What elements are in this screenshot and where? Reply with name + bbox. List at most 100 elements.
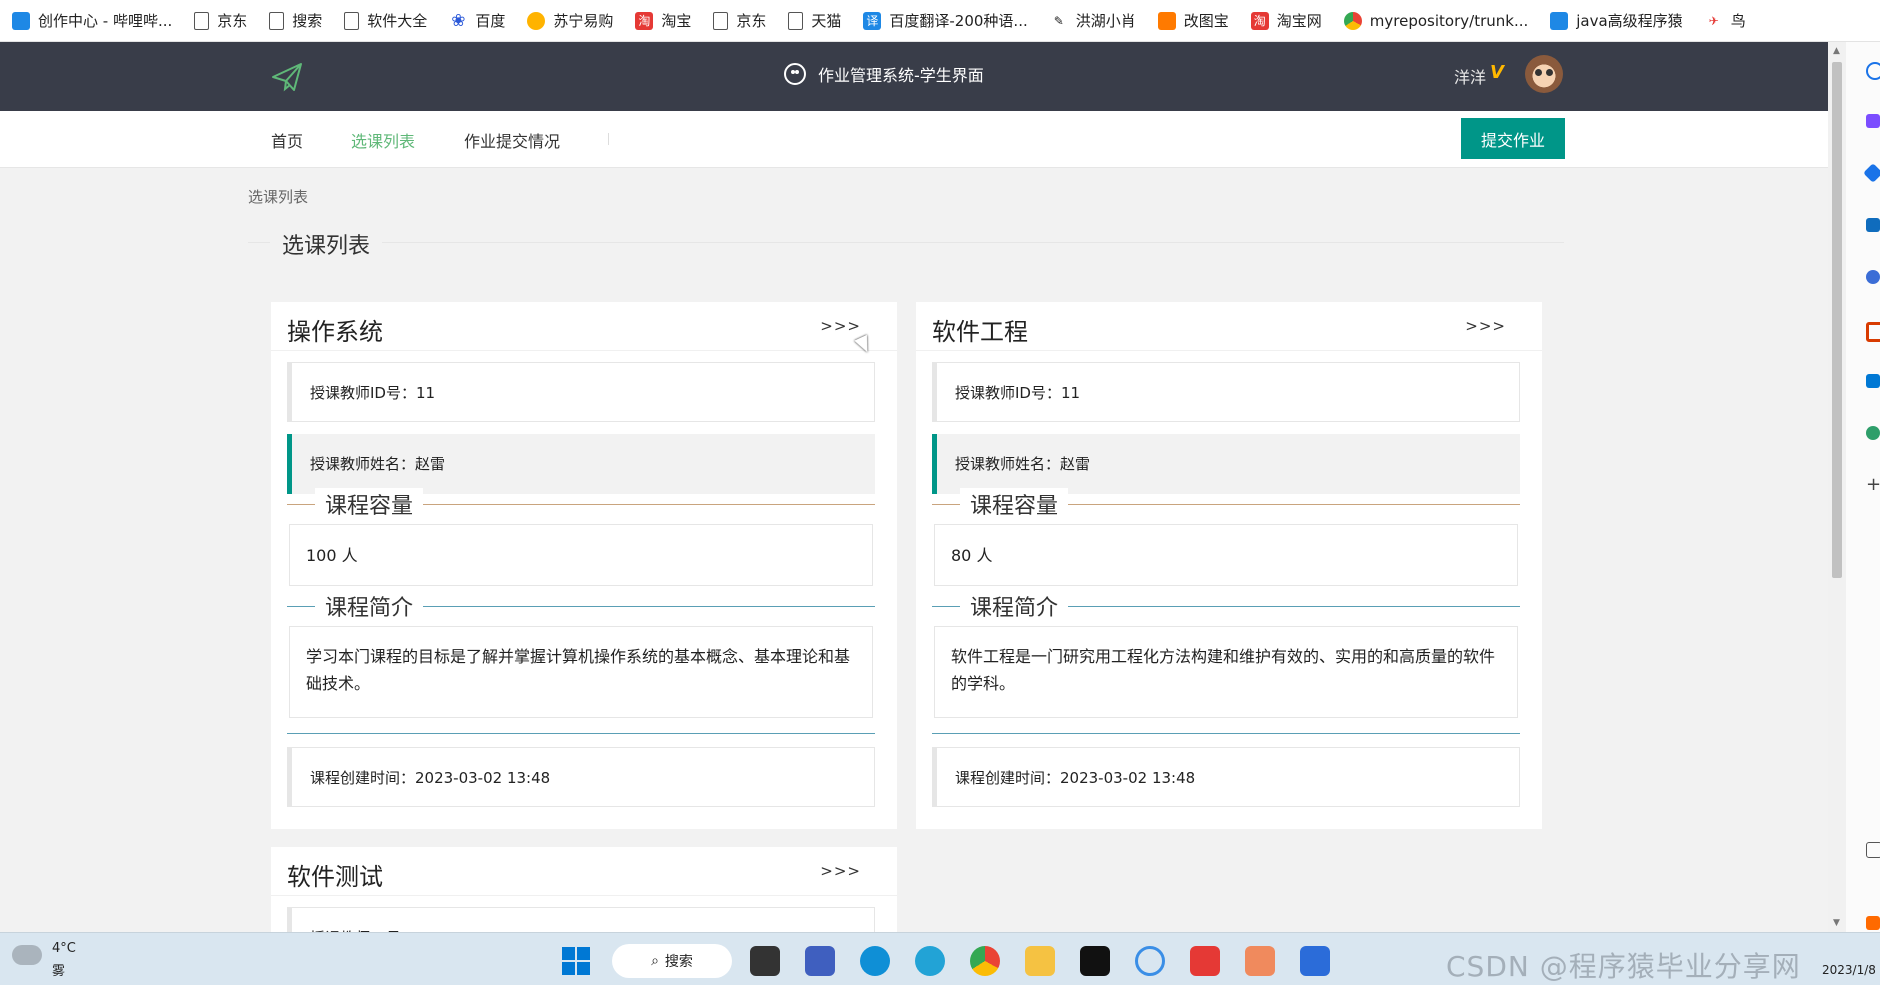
bookmark-jd-2[interactable]: 京东 — [713, 10, 766, 31]
more-link[interactable]: >>> — [820, 317, 861, 335]
scroll-thumb[interactable] — [1832, 62, 1842, 578]
weather-desc: 雾 — [52, 964, 66, 979]
bookmark-suning[interactable]: 苏宁易购 — [527, 10, 613, 31]
page-icon — [194, 11, 210, 30]
copilot-icon[interactable] — [1866, 114, 1880, 128]
capacity-legend: 课程容量 — [960, 488, 1069, 520]
browser-icon[interactable] — [915, 946, 945, 976]
app-icon[interactable] — [1245, 946, 1275, 976]
outlook-icon[interactable] — [1866, 374, 1880, 388]
bookmark-translate[interactable]: 译百度翻译-200种语... — [863, 10, 1028, 31]
bookmark-label: 淘宝网 — [1276, 12, 1322, 30]
task-view-icon[interactable] — [750, 946, 780, 976]
card-header: 操作系统 >>> — [271, 302, 897, 351]
app-icon[interactable] — [805, 946, 835, 976]
taskbar-search[interactable]: ⌕ 搜索 — [612, 944, 732, 978]
course-name: 操作系统 — [287, 318, 383, 346]
course-card: 软件工程 >>> 授课教师ID号：11 授课教师姓名：赵雷 课程容量 80 人 … — [916, 302, 1542, 829]
intellij-icon[interactable] — [1080, 946, 1110, 976]
bookmark-baidu[interactable]: ❀ 百度 — [449, 10, 505, 31]
app-header: 作业管理系统-学生界面 洋洋 V — [0, 42, 1828, 111]
translate-icon: 译 — [863, 11, 882, 30]
capacity-value: 100 人 — [289, 524, 873, 586]
fieldset-divider — [932, 733, 1520, 734]
bookmark-taobao[interactable]: 淘淘宝 — [635, 10, 691, 31]
wps-icon[interactable] — [1190, 946, 1220, 976]
office-icon[interactable] — [1866, 322, 1880, 342]
start-button[interactable] — [562, 947, 590, 975]
avatar[interactable] — [1525, 55, 1563, 93]
bookmark-repository[interactable]: myrepository/trunk... — [1343, 11, 1528, 30]
bookmark-label: 苏宁易购 — [553, 12, 614, 30]
temperature: 4°C — [52, 941, 76, 956]
scroll-down-arrow-icon[interactable]: ▼ — [1833, 918, 1840, 928]
bookmark-bilibili[interactable]: 创作中心 - 哔哩哔... — [12, 10, 172, 31]
intro-legend: 课程简介 — [315, 590, 424, 622]
system-title-text: 作业管理系统-学生界面 — [818, 66, 984, 85]
bookmark-search[interactable]: 搜索 — [269, 10, 322, 31]
scroll-up-arrow-icon[interactable]: ▲ — [1833, 46, 1840, 56]
intro-text: 学习本门课程的目标是了解并掌握计算机操作系统的基本概念、基本理论和基础技术。 — [289, 626, 873, 718]
search-icon[interactable] — [1866, 62, 1880, 80]
bookmark-label: 京东 — [736, 12, 767, 30]
taobao-icon: 淘 — [1250, 11, 1269, 30]
baidu-paw-icon: ❀ — [451, 10, 466, 31]
more-link[interactable]: >>> — [820, 862, 861, 880]
page-icon — [344, 11, 360, 30]
bookmark-taobao-net[interactable]: 淘淘宝网 — [1250, 10, 1322, 31]
edge-icon[interactable] — [860, 946, 890, 976]
page-scrollbar[interactable]: ▲ ▼ — [1828, 42, 1846, 932]
app-icon[interactable] — [1135, 946, 1165, 976]
vip-badge: V — [1490, 62, 1504, 83]
bookmark-label: 改图宝 — [1183, 12, 1229, 30]
course-name: 软件工程 — [932, 318, 1028, 346]
bookmark-honghu[interactable]: ✎ 洪湖小肖 — [1050, 10, 1136, 31]
page-title: 选课列表 — [270, 228, 383, 260]
bookmark-label: 软件大全 — [367, 12, 428, 30]
user-name[interactable]: 洋洋 — [1454, 64, 1486, 88]
bilibili-icon — [1550, 11, 1569, 30]
card-header: 软件测试 >>> — [271, 847, 897, 896]
paper-plane-logo-icon[interactable] — [270, 60, 304, 94]
breadcrumb[interactable]: 选课列表 — [248, 186, 308, 207]
drop-icon[interactable] — [1866, 426, 1880, 440]
course-card: 操作系统 >>> 授课教师ID号：11 授课教师姓名：赵雷 课程容量 100 人… — [271, 302, 897, 829]
word-icon[interactable] — [1300, 946, 1330, 976]
csdn-icon[interactable] — [1866, 916, 1880, 930]
more-link[interactable]: >>> — [1465, 317, 1506, 335]
page-icon — [269, 11, 285, 30]
tools-icon[interactable] — [1866, 218, 1880, 232]
bookmark-label: 百度翻译-200种语... — [889, 12, 1028, 30]
bookmark-label: 鸟 — [1730, 12, 1746, 30]
created-time: 课程创建时间：2023-03-02 13:48 — [932, 747, 1520, 807]
bookmark-jd[interactable]: 京东 — [194, 10, 247, 31]
nav-item-submission-status[interactable]: 作业提交情况 — [464, 128, 560, 152]
bookmark-bird[interactable]: ✈ 鸟 — [1705, 10, 1746, 31]
people-icon[interactable] — [1866, 270, 1880, 284]
bookmark-software[interactable]: 软件大全 — [344, 10, 427, 31]
teacher-name: 授课教师姓名：赵雷 — [932, 434, 1520, 494]
nav-item-home[interactable]: 首页 — [271, 128, 303, 152]
fieldset-divider — [287, 733, 875, 734]
collections-icon[interactable] — [1863, 163, 1880, 183]
watermark: CSDN @程序猿毕业分享网 — [1446, 950, 1801, 983]
feather-icon: ✎ — [1053, 13, 1064, 28]
cloud-icon[interactable] — [12, 945, 42, 965]
submit-homework-button[interactable]: 提交作业 — [1461, 118, 1565, 159]
bookmark-label: 创作中心 - 哔哩哔... — [38, 12, 173, 30]
chrome-icon[interactable] — [970, 946, 1000, 976]
nav-item-course-list[interactable]: 选课列表 — [351, 128, 415, 152]
bookmark-label: 淘宝 — [661, 12, 692, 30]
clock[interactable]: 2023/1/8 — [1822, 963, 1876, 977]
folder-icon[interactable] — [1025, 946, 1055, 976]
exit-icon[interactable] — [1866, 842, 1880, 858]
bird-icon: ✈ — [1708, 13, 1719, 28]
bookmark-tmall[interactable]: 天猫 — [788, 10, 841, 31]
chrome-icon — [1343, 11, 1362, 30]
add-icon[interactable]: + — [1866, 476, 1880, 494]
bookmark-gaitubao[interactable]: 改图宝 — [1157, 10, 1229, 31]
bookmark-java[interactable]: java高级程序猿 — [1550, 10, 1683, 31]
capacity-legend: 课程容量 — [315, 488, 424, 520]
bookmark-label: java高级程序猿 — [1576, 12, 1683, 30]
bookmark-label: 搜索 — [292, 12, 323, 30]
